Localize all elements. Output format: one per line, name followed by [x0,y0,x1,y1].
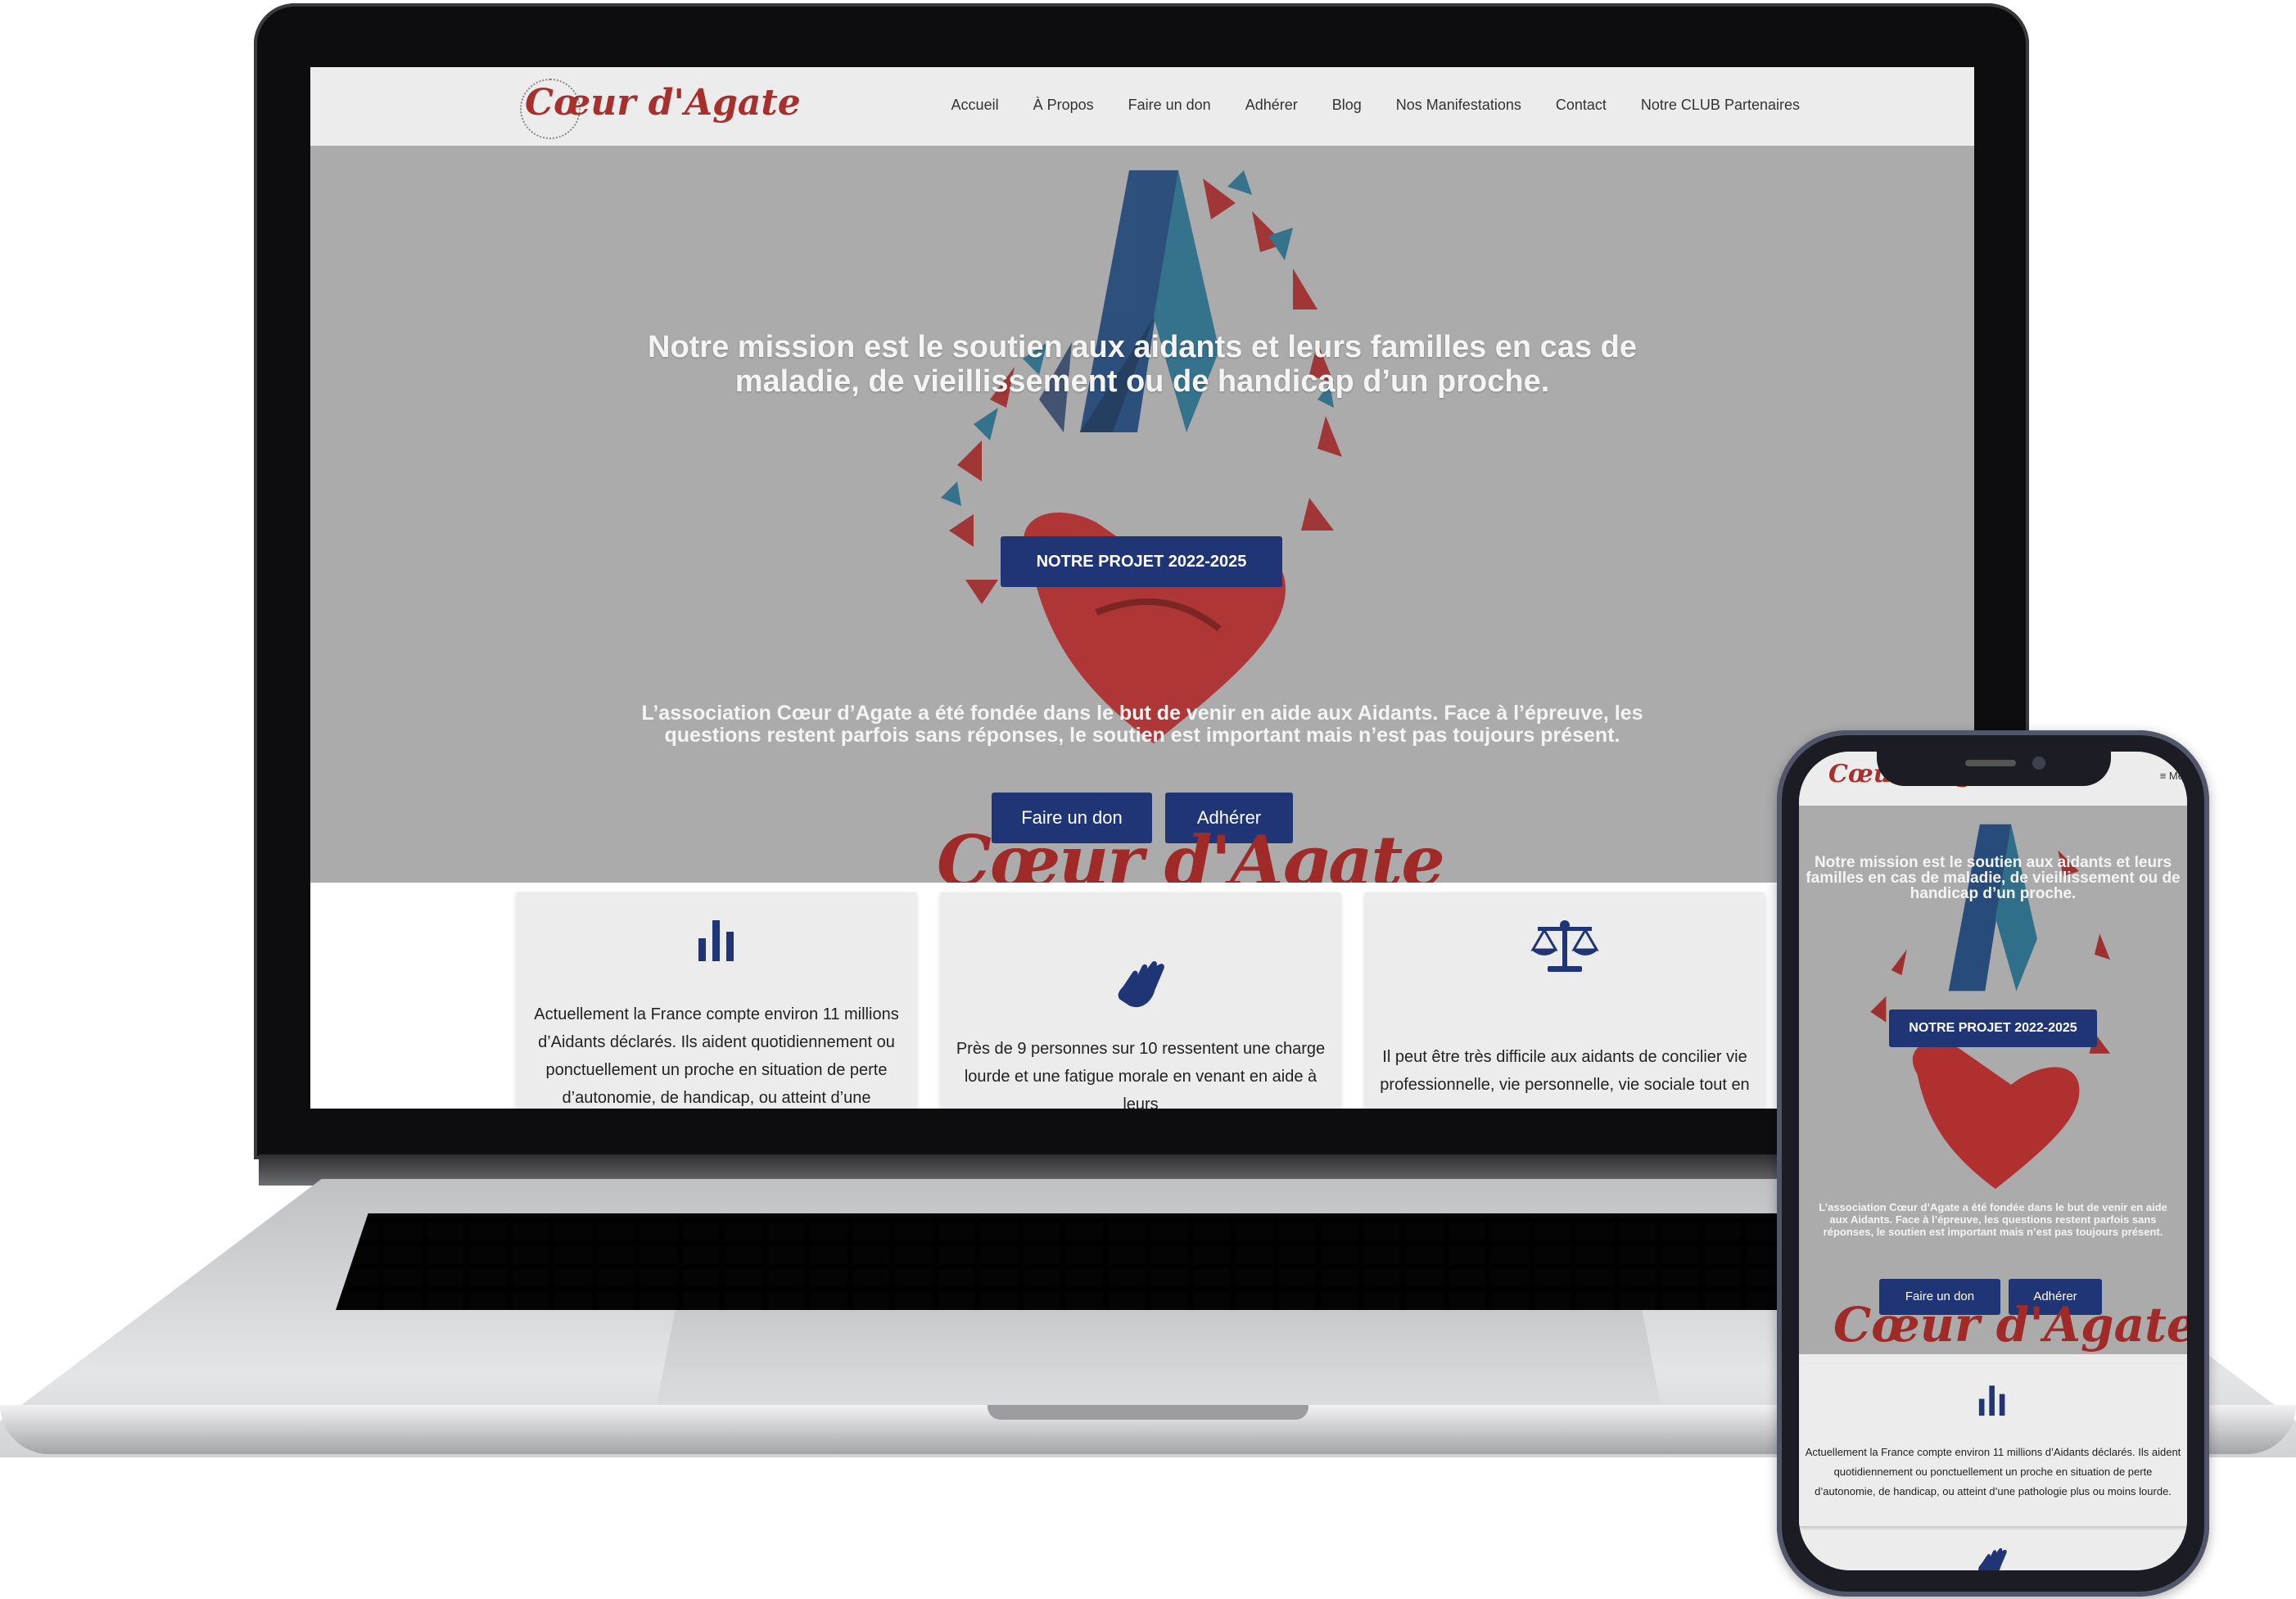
laptop-notch [988,1405,1308,1420]
hero-intro: L’association Cœur d’Agate a été fondée … [641,702,1643,747]
card-text: Près de 9 personnes sur 10 ressentent un… [956,1040,1326,1109]
menu-item-club-partenaires[interactable]: Notre CLUB Partenaires [1641,97,1800,114]
project-button[interactable]: NOTRE PROJET 2022-2025 [1001,536,1282,587]
mobile-hero-logo: Cœur d'Agate [1833,1297,2187,1353]
card-text: Actuellement la France compte environ 11… [534,1005,899,1107]
hero-emblem-icon [941,170,1342,743]
bar-chart-icon [698,920,734,961]
card-text: Il peut être très difficile aux aidants … [1380,1048,1750,1094]
mobile-project-button[interactable]: NOTRE PROJET 2022-2025 [1889,1010,2097,1047]
mobile-menu-button[interactable]: ≡ Me [2160,770,2184,782]
laptop-trackpad [655,1310,1662,1412]
mobile-card-text: Actuellement la France compte environ 11… [1805,1446,2181,1497]
phone-speaker [1965,760,2016,766]
hand-icon [1118,960,1164,1008]
menu-item-adherer[interactable]: Adhérer [1245,97,1298,114]
mobile-hand-icon [1978,1547,2007,1570]
menu-item-manifestations[interactable]: Nos Manifestations [1396,97,1521,114]
info-card: Près de 9 personnes sur 10 ressentent un… [941,892,1340,1109]
hero-section: Notre mission est le soutien aux aidants… [310,146,1974,901]
site-logo[interactable]: Cœur d'Agate [520,79,801,139]
balance-scale-icon [1530,920,1599,972]
cards-section: Actuellement la France compte environ 11… [310,883,1974,1109]
hero-title: Notre mission est le soutien aux aidants… [648,330,1637,399]
mobile-bar-chart-icon [1978,1385,2005,1416]
menu-item-contact[interactable]: Contact [1556,97,1607,114]
info-card: Il peut être très difficile aux aidants … [1365,892,1765,1109]
laptop-keyboard [336,1213,1957,1310]
mobile-info-card: Actuellement la France compte environ 11… [1799,1364,2187,1526]
laptop-screen: Cœur d'Agate Accueil À Propos Faire un d… [310,67,1974,1109]
mobile-hero-title: Notre mission est le soutien aux aidants… [1806,854,2181,902]
menu-item-a-propos[interactable]: À Propos [1033,97,1094,114]
info-card: Actuellement la France compte environ 11… [517,892,916,1109]
phone-notch [1877,747,2111,786]
site-header: Cœur d'Agate Accueil À Propos Faire un d… [310,67,1974,146]
menu-item-blog[interactable]: Blog [1332,97,1362,114]
menu-item-faire-un-don[interactable]: Faire un don [1128,97,1211,114]
menu-item-accueil[interactable]: Accueil [951,97,999,114]
phone-screen: Cœur d'Agate ≡ Me Notre mission est le s… [1799,752,2187,1570]
phone-camera-icon [2032,757,2045,770]
logo-rays-icon [520,79,581,139]
mobile-info-card-2 [1799,1536,2187,1570]
mobile-hero-intro: L’association Cœur d’Agate a été fondée … [1819,1201,2167,1238]
mobile-hero: Notre mission est le soutien aux aidants… [1799,806,2187,1354]
main-menu: Accueil À Propos Faire un don Adhérer Bl… [951,97,1800,114]
